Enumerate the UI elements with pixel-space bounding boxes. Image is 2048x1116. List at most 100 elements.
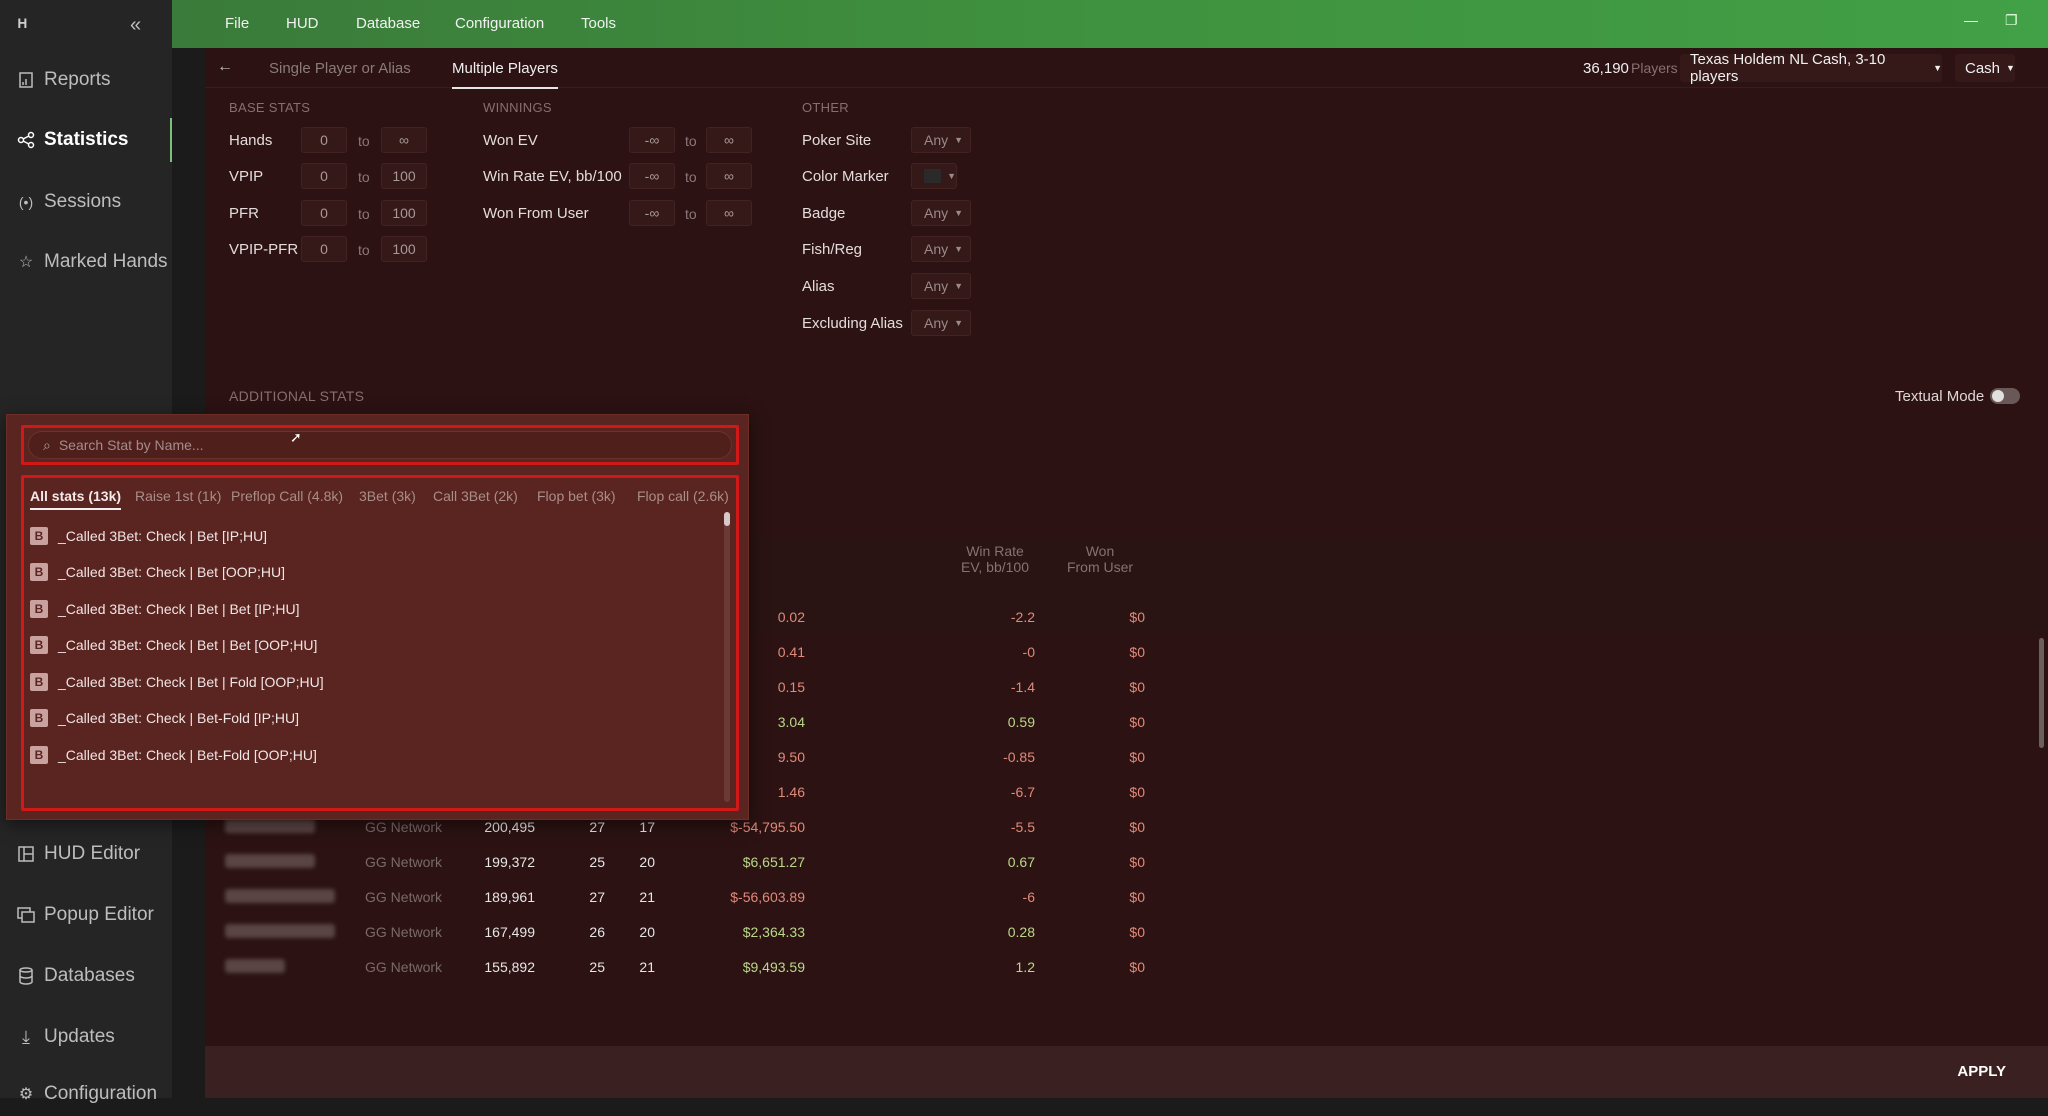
badge-select[interactable]: Any ▼: [911, 200, 971, 226]
sidebar-item-popup-editor[interactable]: Popup Editor: [0, 893, 172, 937]
tab-all-stats[interactable]: All stats (13k): [30, 488, 122, 510]
tab-single-player[interactable]: Single Player or Alias: [269, 60, 411, 77]
apply-button[interactable]: APPLY: [1957, 1063, 2006, 1080]
search-input[interactable]: ⌕ Search Stat by Name...: [28, 431, 732, 459]
app-logo[interactable]: ᴴ: [18, 16, 27, 39]
chevron-down-icon: ▼: [954, 135, 964, 145]
sidebar-item-label: Marked Hands: [44, 251, 168, 272]
to-label: to: [685, 206, 697, 222]
bottom-bar: APPLY: [205, 1046, 2048, 1098]
textual-mode-label: Textual Mode: [1895, 388, 1985, 405]
search-icon: ⌕: [43, 436, 51, 453]
database-icon: [16, 966, 36, 986]
menu-hud[interactable]: HUD: [286, 15, 319, 32]
stat-list-highlight: All stats (13k) Raise 1st (1k) Preflop C…: [21, 475, 739, 811]
cell-ev: $-56,603.89: [730, 889, 805, 905]
restore-icon[interactable]: ❐: [2005, 12, 2018, 29]
hands-from-input[interactable]: 0: [301, 127, 347, 153]
cell-vpip: 25: [589, 959, 605, 975]
win-rate-from-input[interactable]: -∞: [629, 163, 675, 189]
stat-list-scrollbar[interactable]: [724, 512, 730, 802]
tab-multiple-players[interactable]: Multiple Players: [452, 60, 558, 89]
menu-file[interactable]: File: [225, 15, 249, 32]
table-scrollbar[interactable]: [2039, 638, 2044, 748]
game-type-select[interactable]: Texas Holdem NL Cash, 3-10 players ▼: [1680, 51, 1942, 85]
cell-vpip: 27: [589, 819, 605, 835]
blurred-player-name: [225, 924, 335, 938]
sidebar-item-hud-editor[interactable]: HUD Editor: [0, 832, 172, 876]
vpip-pfr-to-input[interactable]: 100: [381, 236, 427, 262]
cell-won-from-user: $0: [1129, 644, 1145, 660]
cell-won-from-user: $0: [1129, 854, 1145, 870]
sidebar-item-updates[interactable]: ⤓ Updates: [0, 1015, 172, 1059]
minimize-icon[interactable]: —: [1964, 12, 1978, 28]
players-label: Players: [1631, 60, 1678, 76]
tab-flop-bet[interactable]: Flop bet (3k): [537, 488, 616, 504]
won-ev-from-input[interactable]: -∞: [629, 127, 675, 153]
alias-select[interactable]: Any ▼: [911, 273, 971, 299]
chevron-down-icon: ▼: [954, 318, 964, 328]
tab-call-3bet[interactable]: Call 3Bet (2k): [433, 488, 518, 504]
pfr-from-input[interactable]: 0: [301, 200, 347, 226]
report-icon: [16, 70, 36, 90]
base-stats-title: BASE STATS: [229, 100, 311, 115]
won-from-user-to-input[interactable]: ∞: [706, 200, 752, 226]
vpip-to-input[interactable]: 100: [381, 163, 427, 189]
cell-ev: $-54,795.50: [730, 819, 805, 835]
cell-ev: 0.41: [777, 644, 805, 660]
list-item[interactable]: B _Called 3Bet: Check | Bet [OOP;HU]: [30, 560, 285, 584]
sidebar-item-sessions[interactable]: (•) Sessions: [0, 180, 172, 224]
sidebar-item-databases[interactable]: Databases: [0, 954, 172, 998]
alias-label: Alias: [802, 278, 835, 295]
double-chevron-left-icon[interactable]: «: [130, 14, 141, 37]
textual-mode-toggle[interactable]: [1990, 388, 2020, 404]
excluding-alias-select[interactable]: Any ▼: [911, 310, 971, 336]
sidebar-item-statistics[interactable]: Statistics: [0, 118, 172, 162]
mode-value: Cash: [1965, 59, 2001, 77]
b-badge-icon: B: [30, 709, 48, 727]
hands-to-input[interactable]: ∞: [381, 127, 427, 153]
color-marker-select[interactable]: ▼: [911, 163, 957, 189]
mode-select[interactable]: Cash ▼: [1955, 54, 2015, 82]
sidebar-item-reports[interactable]: Reports: [0, 58, 172, 102]
poker-site-value: Any: [924, 132, 949, 148]
col-header-winrate[interactable]: Win Rate EV, bb/100: [945, 543, 1045, 575]
b-badge-icon: B: [30, 636, 48, 654]
tab-3bet[interactable]: 3Bet (3k): [359, 488, 416, 504]
list-item[interactable]: B _Called 3Bet: Check | Bet [IP;HU]: [30, 524, 267, 548]
col-header-won-from-user[interactable]: Won From User: [1055, 543, 1145, 575]
back-arrow-icon[interactable]: ←: [217, 58, 233, 76]
won-from-user-from-input[interactable]: -∞: [629, 200, 675, 226]
menu-database[interactable]: Database: [356, 15, 420, 32]
win-rate-to-input[interactable]: ∞: [706, 163, 752, 189]
sidebar-item-marked-hands[interactable]: ☆ Marked Hands: [0, 240, 172, 284]
menu-tools[interactable]: Tools: [581, 15, 616, 32]
hands-label: Hands: [229, 132, 273, 149]
vpip-from-input[interactable]: 0: [301, 163, 347, 189]
chevron-down-icon: ▼: [1933, 63, 1942, 73]
list-item[interactable]: B _Called 3Bet: Check | Bet-Fold [IP;HU]: [30, 706, 299, 730]
cell-winrate: 0.67: [1007, 854, 1035, 870]
poker-site-select[interactable]: Any ▼: [911, 127, 971, 153]
list-item[interactable]: B _Called 3Bet: Check | Bet-Fold [OOP;HU]: [30, 743, 317, 767]
sidebar-item-label: Databases: [44, 965, 135, 986]
sidebar-item-label: Reports: [44, 69, 111, 90]
sidebar-item-configuration[interactable]: ⚙ Configuration: [0, 1072, 172, 1116]
cell-winrate: 1.2: [1015, 959, 1035, 975]
tab-preflop-call[interactable]: Preflop Call (4.8k): [231, 488, 343, 504]
win-rate-label: Win Rate EV, bb/100: [483, 168, 622, 185]
cell-won-from-user: $0: [1129, 609, 1145, 625]
menu-configuration[interactable]: Configuration: [455, 15, 544, 32]
tab-flop-call[interactable]: Flop call (2.6k): [637, 488, 729, 504]
fish-reg-select[interactable]: Any ▼: [911, 236, 971, 262]
won-ev-to-input[interactable]: ∞: [706, 127, 752, 153]
pfr-to-input[interactable]: 100: [381, 200, 427, 226]
list-item[interactable]: B _Called 3Bet: Check | Bet | Fold [OOP;H…: [30, 670, 324, 694]
list-item[interactable]: B _Called 3Bet: Check | Bet | Bet [OOP;HU…: [30, 633, 317, 657]
list-item[interactable]: B _Called 3Bet: Check | Bet | Bet [IP;HU]: [30, 597, 300, 621]
cell-ev: 9.50: [777, 749, 805, 765]
tab-raise-1st[interactable]: Raise 1st (1k): [135, 488, 221, 504]
vpip-pfr-from-input[interactable]: 0: [301, 236, 347, 262]
cell-hands: 199,372: [484, 854, 535, 870]
sidebar-item-label: Sessions: [44, 191, 122, 212]
